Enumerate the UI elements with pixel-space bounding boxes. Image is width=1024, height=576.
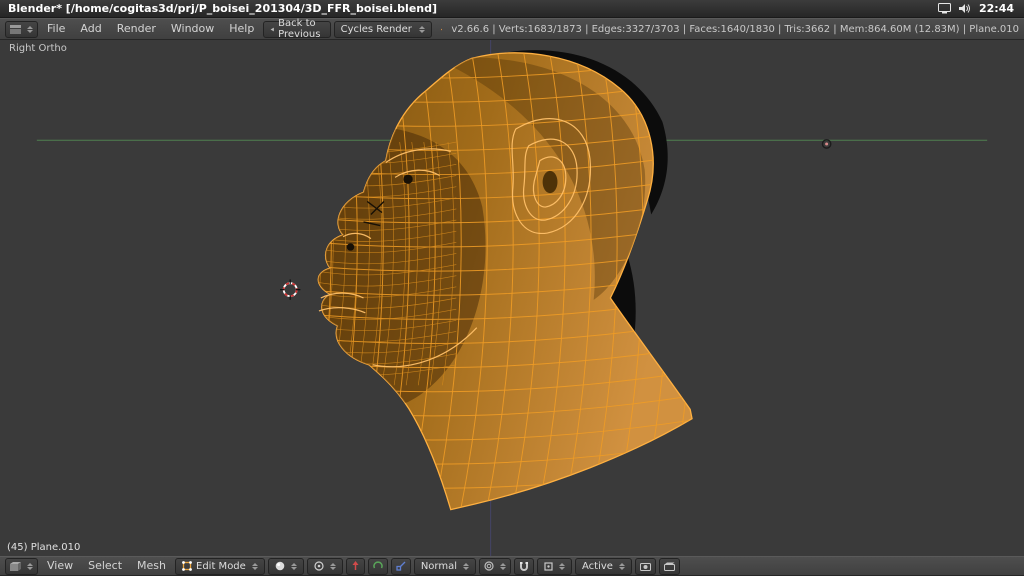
system-tray: 22:44 — [938, 2, 1024, 15]
chevron-updown-icon — [330, 563, 336, 570]
blender-logo-icon — [441, 22, 443, 37]
mode-select[interactable]: Edit Mode — [175, 558, 265, 575]
manipulator-translate-button[interactable] — [346, 558, 365, 575]
render-anim-icon — [664, 562, 675, 571]
magnet-icon — [519, 561, 529, 572]
info-editor-icon — [10, 25, 21, 34]
proportional-edit-select[interactable] — [479, 558, 511, 575]
render-engine-select[interactable]: Cycles Render — [334, 21, 432, 38]
shading-sphere-icon — [275, 561, 285, 571]
menu-file[interactable]: File — [41, 19, 71, 39]
proportional-edit-icon — [484, 561, 494, 571]
render-still-icon — [640, 562, 651, 571]
chevron-updown-icon — [463, 563, 469, 570]
chevron-updown-icon — [559, 563, 565, 570]
snap-target-label: Active — [582, 561, 613, 572]
3d-view-editor-icon — [10, 562, 21, 571]
info-header: File Add Render Window Help Back to Prev… — [0, 18, 1024, 40]
menu-select[interactable]: Select — [82, 556, 128, 576]
menu-window[interactable]: Window — [165, 19, 220, 39]
active-object-label: (45) Plane.010 — [7, 542, 80, 553]
scene-statistics: v2.66.6 | Verts:1683/1873 | Edges:3327/3… — [451, 24, 1019, 35]
back-to-previous-button[interactable]: Back to Previous — [263, 21, 330, 38]
opengl-render-anim-button[interactable] — [659, 558, 680, 575]
render-engine-label: Cycles Render — [341, 24, 412, 35]
menu-add[interactable]: Add — [74, 19, 107, 39]
editor-type-button[interactable] — [5, 21, 38, 38]
manipulator-scale-button[interactable] — [391, 558, 411, 575]
os-titlebar: Blender* [/home/cogitas3d/prj/P_boisei_2… — [0, 0, 1024, 18]
view-orientation-label: Right Ortho — [9, 43, 67, 54]
chevron-updown-icon — [619, 563, 625, 570]
orientation-label: Normal — [421, 561, 457, 572]
volume-icon[interactable] — [959, 3, 971, 14]
tool-header: View Select Mesh Edit Mode — [0, 556, 1024, 576]
chevron-updown-icon — [500, 563, 506, 570]
snap-target-select[interactable]: Active — [575, 558, 632, 575]
pivot-point-select[interactable] — [307, 558, 343, 575]
chevron-updown-icon — [27, 563, 33, 570]
object-origin-dot — [822, 140, 830, 148]
pivot-icon — [314, 561, 324, 571]
manipulator-rotate-button[interactable] — [368, 558, 388, 575]
menu-help[interactable]: Help — [223, 19, 260, 39]
menu-view[interactable]: View — [41, 556, 79, 576]
mode-label: Edit Mode — [196, 561, 246, 572]
transform-orientation-select[interactable]: Normal — [414, 558, 476, 575]
opengl-render-button[interactable] — [635, 558, 656, 575]
3d-viewport[interactable]: Right Ortho (45) Plane.010 — [0, 40, 1024, 556]
snap-element-icon — [544, 562, 553, 571]
back-arrow-icon — [270, 26, 274, 33]
edit-mode-cube-icon — [182, 561, 192, 571]
display-icon[interactable] — [938, 3, 951, 14]
chevron-updown-icon — [27, 26, 33, 33]
rotate-arc-icon — [373, 561, 383, 571]
window-title: Blender* [/home/cogitas3d/prj/P_boisei_2… — [0, 2, 437, 15]
chevron-updown-icon — [419, 26, 425, 33]
clock[interactable]: 22:44 — [979, 2, 1014, 15]
snap-toggle-button[interactable] — [514, 558, 534, 575]
viewport-shading-select[interactable] — [268, 558, 304, 575]
translate-arrow-icon — [351, 561, 360, 571]
viewport-canvas — [0, 40, 1024, 556]
chevron-updown-icon — [291, 563, 297, 570]
scale-icon — [396, 561, 406, 571]
editor-type-button[interactable] — [5, 558, 38, 575]
snap-element-select[interactable] — [537, 558, 572, 575]
back-to-previous-label: Back to Previous — [278, 18, 323, 40]
menu-mesh[interactable]: Mesh — [131, 556, 172, 576]
chevron-updown-icon — [252, 563, 258, 570]
3d-cursor — [280, 279, 300, 299]
menu-render[interactable]: Render — [111, 19, 162, 39]
